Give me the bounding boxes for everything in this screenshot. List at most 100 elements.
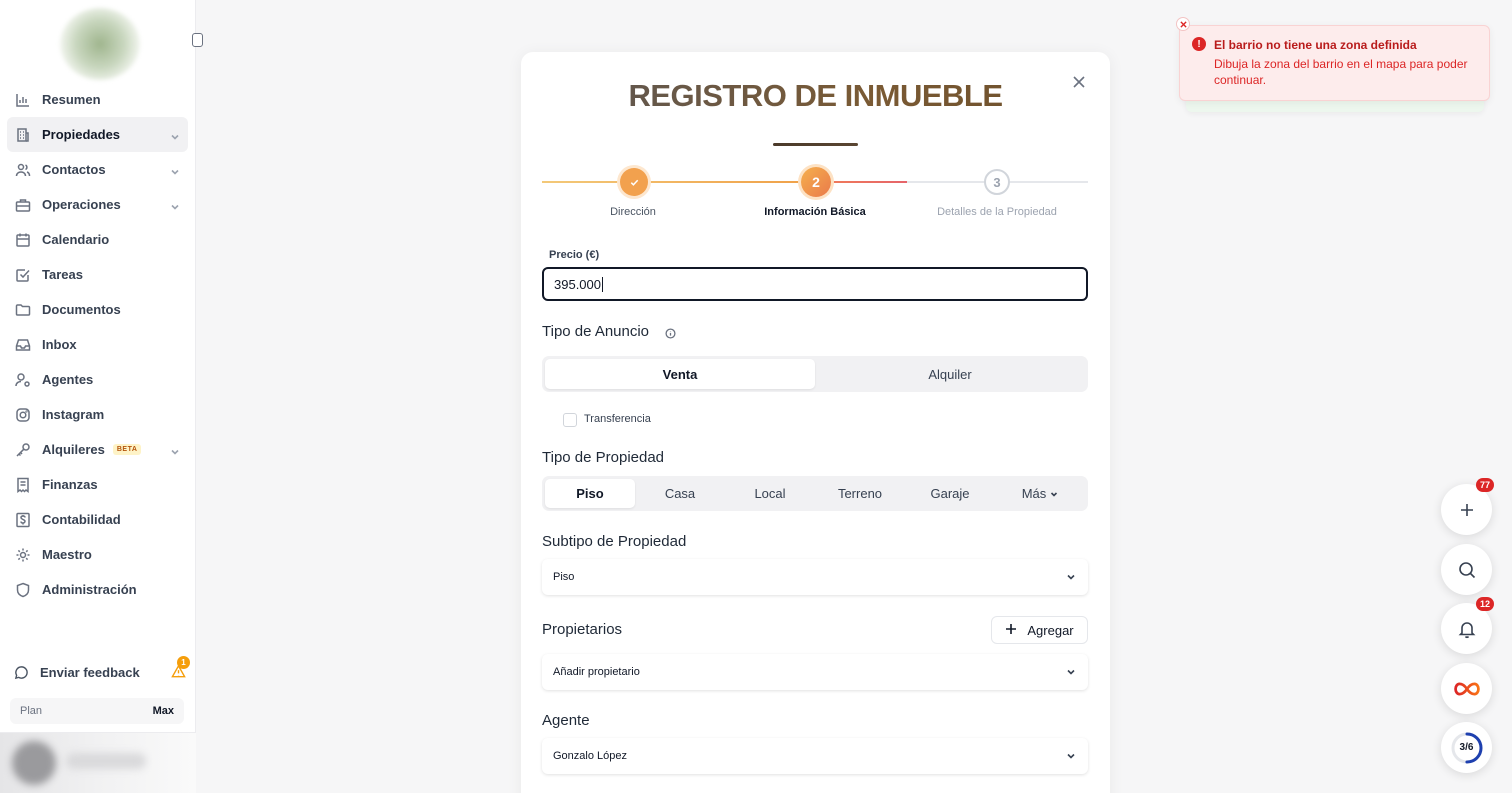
transfer-checkbox[interactable] bbox=[563, 413, 577, 427]
listing-option-venta[interactable]: Venta bbox=[545, 359, 815, 389]
agent-select[interactable]: Gonzalo López bbox=[542, 738, 1088, 774]
owners-title: Propietarios bbox=[542, 621, 623, 638]
sidebar-item-alquileres[interactable]: Alquileres BETA bbox=[7, 432, 188, 467]
subtype-value: Piso bbox=[553, 571, 575, 583]
subtype-title: Subtipo de Propiedad bbox=[542, 533, 687, 550]
sidebar-item-label: Maestro bbox=[42, 547, 92, 562]
toast-message: Dibuja la zona del barrio en el mapa par… bbox=[1214, 57, 1468, 87]
sidebar-item-operaciones[interactable]: Operaciones bbox=[7, 187, 188, 222]
price-input[interactable]: 395.000 bbox=[542, 267, 1088, 301]
sidebar-item-label: Instagram bbox=[42, 407, 105, 422]
sidebar-item-label: Administración bbox=[42, 582, 137, 597]
sidebar-toggle-icon[interactable] bbox=[192, 33, 203, 47]
chevron-down-icon bbox=[1046, 486, 1058, 501]
sidebar-item-propiedades[interactable]: Propiedades bbox=[7, 117, 188, 152]
property-option-mas[interactable]: Más bbox=[995, 479, 1085, 508]
check-icon bbox=[630, 179, 638, 186]
feedback-alert-badge: 1 bbox=[177, 656, 190, 669]
briefcase-icon bbox=[15, 197, 31, 213]
info-icon[interactable] bbox=[665, 326, 676, 339]
sidebar-item-label: Contactos bbox=[42, 162, 106, 177]
sidebar-item-documentos[interactable]: Documentos bbox=[7, 292, 188, 327]
feedback-button[interactable]: Enviar feedback 1 bbox=[14, 656, 190, 684]
chevron-down-icon bbox=[170, 130, 180, 140]
gear-icon bbox=[15, 547, 31, 563]
sidebar-item-contactos[interactable]: Contactos bbox=[7, 152, 188, 187]
search-button[interactable] bbox=[1441, 544, 1492, 595]
step-2-number: 2 bbox=[812, 174, 820, 190]
step-3-label: Detalles de la Propiedad bbox=[937, 206, 1057, 218]
message-circle-icon bbox=[14, 665, 29, 680]
company-logo[interactable] bbox=[60, 8, 140, 80]
plan-value: Max bbox=[152, 705, 174, 717]
sidebar-item-contabilidad[interactable]: Contabilidad bbox=[7, 502, 188, 537]
sidebar-item-label: Operaciones bbox=[42, 197, 121, 212]
add-button-label: Agregar bbox=[1027, 622, 1074, 638]
sidebar-item-label: Propiedades bbox=[42, 127, 121, 142]
progress-ring: 3/6 bbox=[1450, 731, 1484, 765]
plan-indicator: Plan Max bbox=[10, 698, 184, 724]
sidebar-item-administracion[interactable]: Administración bbox=[7, 572, 188, 607]
bell-icon bbox=[1458, 621, 1475, 638]
toast-close-icon[interactable] bbox=[1176, 17, 1190, 31]
infinity-button[interactable] bbox=[1441, 663, 1492, 714]
dollar-icon bbox=[15, 512, 31, 528]
property-type-toggle: Piso Casa Local Terreno Garaje Más bbox=[542, 476, 1088, 511]
property-option-garaje[interactable]: Garaje bbox=[905, 479, 995, 508]
sidebar-item-resumen[interactable]: Resumen bbox=[7, 82, 188, 117]
search-icon bbox=[1458, 561, 1475, 578]
property-option-local[interactable]: Local bbox=[725, 479, 815, 508]
quick-add-button[interactable]: 77 bbox=[1441, 478, 1494, 535]
sidebar-item-label: Inbox bbox=[42, 337, 77, 352]
add-owner-button[interactable]: Agregar bbox=[991, 616, 1088, 644]
step-3-circle: 3 bbox=[984, 169, 1010, 195]
quick-add-badge: 77 bbox=[1476, 478, 1494, 492]
users-icon bbox=[15, 162, 31, 178]
sidebar-item-finanzas[interactable]: Finanzas bbox=[7, 467, 188, 502]
step-1-label: Dirección bbox=[610, 206, 656, 218]
sidebar-item-agentes[interactable]: Agentes bbox=[7, 362, 188, 397]
owners-select[interactable]: Añadir propietario bbox=[542, 654, 1088, 690]
price-label: Precio (€) bbox=[549, 249, 600, 261]
sidebar-nav: Resumen Propiedades Contactos Operacione… bbox=[7, 82, 188, 607]
chevron-down-icon bbox=[1066, 751, 1076, 764]
progress-button[interactable]: 3/6 bbox=[1441, 722, 1492, 773]
sidebar-item-calendario[interactable]: Calendario bbox=[7, 222, 188, 257]
sidebar-item-tareas[interactable]: Tareas bbox=[7, 257, 188, 292]
toast-title: El barrio no tiene una zona definida bbox=[1214, 38, 1417, 52]
sidebar-item-instagram[interactable]: Instagram bbox=[7, 397, 188, 432]
instagram-icon bbox=[15, 407, 31, 423]
owners-placeholder: Añadir propietario bbox=[553, 666, 640, 678]
property-option-casa[interactable]: Casa bbox=[635, 479, 725, 508]
step-2-circle: 2 bbox=[801, 167, 831, 197]
plus-icon bbox=[1460, 503, 1473, 516]
alert-circle-icon: ! bbox=[1192, 37, 1206, 51]
sidebar-item-maestro[interactable]: Maestro bbox=[7, 537, 188, 572]
checkbox-icon bbox=[15, 267, 31, 283]
sidebar-item-label: Tareas bbox=[42, 267, 83, 282]
text-caret bbox=[602, 276, 603, 292]
property-type-title: Tipo de Propiedad bbox=[542, 449, 665, 466]
step-2-label: Información Básica bbox=[764, 206, 866, 218]
sidebar: Resumen Propiedades Contactos Operacione… bbox=[0, 0, 196, 793]
listing-option-alquiler[interactable]: Alquiler bbox=[815, 359, 1085, 389]
close-icon[interactable] bbox=[1070, 73, 1088, 91]
calendar-icon bbox=[15, 232, 31, 248]
sidebar-item-inbox[interactable]: Inbox bbox=[7, 327, 188, 362]
sidebar-item-label: Finanzas bbox=[42, 477, 98, 492]
notifications-button[interactable]: 12 bbox=[1441, 597, 1494, 654]
user-cog-icon bbox=[15, 372, 31, 388]
sidebar-item-label: Documentos bbox=[42, 302, 121, 317]
sidebar-item-label: Agentes bbox=[42, 372, 94, 387]
chevron-down-icon bbox=[1066, 572, 1076, 585]
subtype-select[interactable]: Piso bbox=[542, 559, 1088, 595]
sidebar-item-label: Calendario bbox=[42, 232, 110, 247]
building-icon bbox=[15, 127, 31, 143]
modal-title: REGISTRO DE INMUEBLE bbox=[521, 78, 1110, 114]
agent-value: Gonzalo López bbox=[553, 750, 627, 762]
transfer-label: Transferencia bbox=[584, 413, 651, 425]
step-3-number: 3 bbox=[993, 174, 1001, 190]
property-option-terreno[interactable]: Terreno bbox=[815, 479, 905, 508]
user-profile[interactable] bbox=[0, 732, 196, 793]
property-option-piso[interactable]: Piso bbox=[545, 479, 635, 508]
